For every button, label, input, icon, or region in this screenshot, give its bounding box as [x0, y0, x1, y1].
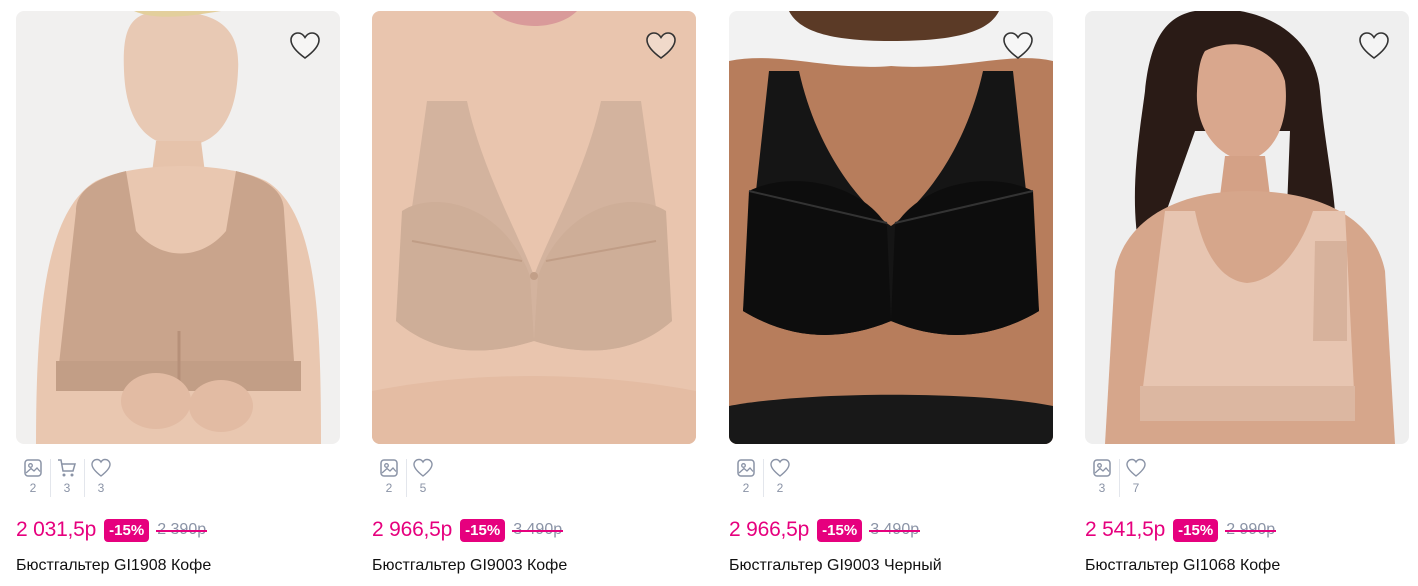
favorite-heart-icon[interactable] [288, 29, 322, 63]
likes-stat: 7 [1119, 458, 1153, 498]
image-icon [24, 459, 42, 477]
product-image[interactable] [1085, 11, 1409, 444]
likes-count: 7 [1132, 481, 1140, 495]
product-card[interactable]: 3 7 2 541,5р -15% 2 990р Бюстгальтер GI1… [1085, 11, 1409, 581]
product-image[interactable] [16, 11, 340, 444]
product-title[interactable]: Бюстгальтер GI1908 Кофе [16, 557, 211, 575]
heart-icon [413, 458, 433, 477]
cart-icon [58, 459, 76, 477]
product-title[interactable]: Бюстгальтер GI9003 Черный [729, 557, 942, 575]
product-stats: 2 5 [372, 458, 440, 498]
likes-stat: 5 [406, 458, 440, 498]
heart-icon [91, 458, 111, 477]
product-stats: 2 3 3 [16, 458, 118, 498]
old-price: 2 390р [156, 521, 208, 538]
product-stats: 2 2 [729, 458, 797, 498]
product-card[interactable]: 2 5 2 966,5р -15% 3 490р Бюстгальтер GI9… [372, 11, 696, 581]
product-card[interactable]: 2 2 2 966,5р -15% 3 490р Бюстгальтер GI9… [729, 11, 1053, 581]
photos-count: 2 [742, 481, 750, 495]
photos-count: 3 [1098, 481, 1106, 495]
likes-count: 2 [776, 481, 784, 495]
image-icon [380, 459, 398, 477]
favorite-heart-icon[interactable] [644, 29, 678, 63]
likes-stat: 3 [84, 458, 118, 498]
product-title[interactable]: Бюстгальтер GI9003 Кофе [372, 557, 567, 575]
price-row: 2 541,5р -15% 2 990р [1085, 517, 1277, 543]
favorite-heart-icon[interactable] [1001, 29, 1035, 63]
discount-badge: -15% [1173, 518, 1219, 542]
image-icon [737, 459, 755, 477]
likes-count: 5 [419, 481, 427, 495]
likes-stat: 2 [763, 458, 797, 498]
likes-count: 3 [97, 481, 105, 495]
discount-badge: -15% [460, 518, 506, 542]
discount-badge: -15% [104, 518, 150, 542]
photos-stat: 3 [1085, 458, 1119, 498]
current-price: 2 966,5р [372, 518, 453, 541]
product-card[interactable]: 2 3 3 2 031,5р -15% 2 390р Бюстгальтер G… [16, 11, 340, 581]
old-price: 3 490р [869, 521, 921, 538]
price-row: 2 031,5р -15% 2 390р [16, 517, 208, 543]
current-price: 2 031,5р [16, 518, 97, 541]
old-price: 3 490р [512, 521, 564, 538]
product-image[interactable] [729, 11, 1053, 444]
product-stats: 3 7 [1085, 458, 1153, 498]
current-price: 2 541,5р [1085, 518, 1166, 541]
heart-icon [770, 458, 790, 477]
cart-stat: 3 [50, 458, 84, 498]
photos-stat: 2 [16, 458, 50, 498]
favorite-heart-icon[interactable] [1357, 29, 1391, 63]
product-grid: 2 3 3 2 031,5р -15% 2 390р Бюстгальтер G… [0, 0, 1418, 586]
photos-stat: 2 [372, 458, 406, 498]
photos-count: 2 [385, 481, 393, 495]
discount-badge: -15% [817, 518, 863, 542]
price-row: 2 966,5р -15% 3 490р [729, 517, 921, 543]
price-row: 2 966,5р -15% 3 490р [372, 517, 564, 543]
image-icon [1093, 459, 1111, 477]
heart-icon [1126, 458, 1146, 477]
photos-count: 2 [29, 481, 37, 495]
old-price: 2 990р [1225, 521, 1277, 538]
cart-count: 3 [63, 481, 71, 495]
photos-stat: 2 [729, 458, 763, 498]
product-title[interactable]: Бюстгальтер GI1068 Кофе [1085, 557, 1280, 575]
product-image[interactable] [372, 11, 696, 444]
current-price: 2 966,5р [729, 518, 810, 541]
